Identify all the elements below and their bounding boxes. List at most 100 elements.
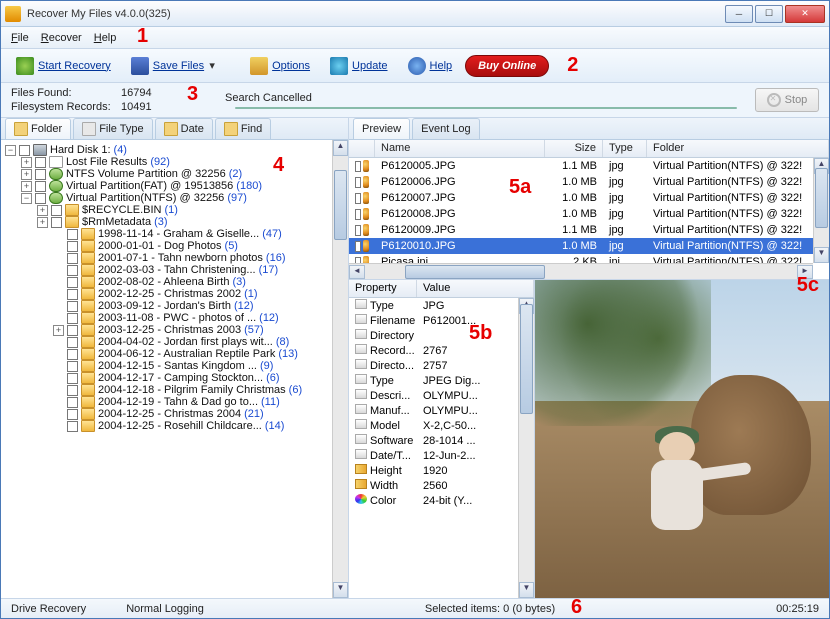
property-row[interactable]: Record... 2767 [349,343,534,358]
property-row[interactable]: Descri... OLYMPU... [349,388,534,403]
tab-preview[interactable]: Preview [353,118,410,139]
col-name[interactable]: Name [375,140,545,157]
col-value[interactable]: Value [417,280,534,297]
checkbox[interactable] [67,289,78,300]
expander-icon[interactable] [53,409,64,420]
expander-icon[interactable] [53,301,64,312]
property-row[interactable]: Directo... 2757 [349,358,534,373]
property-row[interactable]: Height 1920 [349,463,534,478]
checkbox[interactable] [67,385,78,396]
expander-icon[interactable] [53,229,64,240]
col-size[interactable]: Size [545,140,603,157]
tree-node[interactable]: 2004-06-12 - Australian Reptile Park (13… [5,348,348,360]
expander-icon[interactable]: + [53,325,64,336]
col-property[interactable]: Property [349,280,417,297]
property-row[interactable]: Manuf... OLYMPU... [349,403,534,418]
close-button[interactable]: ✕ [785,5,825,23]
tree-node[interactable]: 2004-12-18 - Pilgrim Family Christmas (6… [5,384,348,396]
tree-node[interactable]: 2004-12-25 - Rosehill Childcare... (14) [5,420,348,432]
tree-node[interactable]: + 2003-12-25 - Christmas 2003 (57) [5,324,348,336]
scroll-right-icon[interactable]: ► [797,265,813,279]
menu-help[interactable]: Help [94,32,117,44]
expander-icon[interactable] [53,361,64,372]
checkbox[interactable] [35,181,46,192]
property-row[interactable]: Directory [349,328,534,343]
tree-node[interactable]: 2004-12-25 - Christmas 2004 (21) [5,408,348,420]
expander-icon[interactable]: + [21,169,32,180]
checkbox[interactable] [35,193,46,204]
property-row[interactable]: Type JPEG Dig... [349,373,534,388]
expander-icon[interactable] [53,385,64,396]
property-row[interactable]: Type JPG [349,298,534,313]
update-button[interactable]: Update [323,53,394,79]
expander-icon[interactable]: − [21,193,32,204]
expander-icon[interactable] [53,349,64,360]
col-type[interactable]: Type [603,140,647,157]
tree-node[interactable]: 2004-12-15 - Santas Kingdom ... (9) [5,360,348,372]
checkbox[interactable] [355,209,361,220]
checkbox[interactable] [67,361,78,372]
properties-pane[interactable]: 5b Property Value Type JPG Filename P612… [349,280,535,598]
stop-button[interactable]: Stop [755,88,819,112]
file-row[interactable]: P6120010.JPG 1.0 MB jpg Virtual Partitio… [349,238,829,254]
filelist-vscroll[interactable]: ▲▼ [813,158,829,263]
tree-node[interactable]: 2002-03-03 - Tahn Christening... (17) [5,264,348,276]
minimize-button[interactable]: ─ [725,5,753,23]
help-button[interactable]: Help [401,53,460,79]
tree-node[interactable]: + Virtual Partition(FAT) @ 19513856 (180… [5,180,348,192]
checkbox[interactable] [355,161,361,172]
menu-recover[interactable]: Recover [41,32,82,44]
tab-date[interactable]: Date [155,118,213,139]
tab-folder[interactable]: Folder [5,118,71,139]
checkbox[interactable] [35,157,46,168]
scroll-down-icon[interactable]: ▼ [333,582,348,598]
tree-node[interactable]: − Hard Disk 1: (4) [5,144,348,156]
filelist-hscroll[interactable]: ◄► [349,263,813,279]
tree-node[interactable]: 2000-01-01 - Dog Photos (5) [5,240,348,252]
checkbox[interactable] [67,337,78,348]
tree-node[interactable]: 2004-12-19 - Tahn & Dad go to... (11) [5,396,348,408]
property-row[interactable]: Color 24-bit (Y... [349,493,534,508]
file-row[interactable]: P6120008.JPG 1.0 MB jpg Virtual Partitio… [349,206,829,222]
expander-icon[interactable]: + [37,217,48,228]
checkbox[interactable] [67,373,78,384]
checkbox[interactable] [35,169,46,180]
checkbox[interactable] [355,225,361,236]
property-row[interactable]: Model X-2,C-50... [349,418,534,433]
expander-icon[interactable] [53,277,64,288]
expander-icon[interactable]: + [21,157,32,168]
expander-icon[interactable] [53,289,64,300]
tree-node[interactable]: 2004-04-02 - Jordan first plays wit... (… [5,336,348,348]
scroll-thumb[interactable] [815,168,828,228]
file-row[interactable]: P6120009.JPG 1.1 MB jpg Virtual Partitio… [349,222,829,238]
scroll-thumb[interactable] [334,170,347,240]
property-row[interactable]: Filename P612001... [349,313,534,328]
expander-icon[interactable] [53,337,64,348]
tree-node[interactable]: 2001-07-1 - Tahn newborn photos (16) [5,252,348,264]
tree-node[interactable]: 2004-12-17 - Camping Stockton... (6) [5,372,348,384]
tab-find[interactable]: Find [215,118,271,139]
tree-node[interactable]: + $RmMetadata (3) [5,216,348,228]
tree-node[interactable]: + $RECYCLE.BIN (1) [5,204,348,216]
filelist-header[interactable]: Name Size Type Folder [349,140,829,158]
expander-icon[interactable] [53,265,64,276]
tree-node[interactable]: 2002-12-25 - Christmas 2002 (1) [5,288,348,300]
checkbox[interactable] [67,397,78,408]
checkbox[interactable] [355,177,361,188]
scroll-down-icon[interactable]: ▼ [814,247,829,263]
checkbox[interactable] [51,205,62,216]
dropdown-arrow-icon[interactable]: ▾ [208,59,216,72]
checkbox[interactable] [67,301,78,312]
tree-node[interactable]: 2002-08-02 - Ahleena Birth (3) [5,276,348,288]
scroll-thumb[interactable] [405,265,545,279]
scroll-left-icon[interactable]: ◄ [349,265,365,279]
scroll-thumb[interactable] [520,304,533,414]
expander-icon[interactable] [53,421,64,432]
titlebar[interactable]: Recover My Files v4.0.0(325) ─ ☐ ✕ [1,1,829,27]
checkbox[interactable] [67,325,78,336]
tree-node[interactable]: 2003-09-12 - Jordan's Birth (12) [5,300,348,312]
checkbox[interactable] [67,421,78,432]
scroll-down-icon[interactable]: ▼ [519,582,534,598]
file-row[interactable]: P6120005.JPG 1.1 MB jpg Virtual Partitio… [349,158,829,174]
props-scrollbar[interactable]: ▲▼ [518,298,534,598]
